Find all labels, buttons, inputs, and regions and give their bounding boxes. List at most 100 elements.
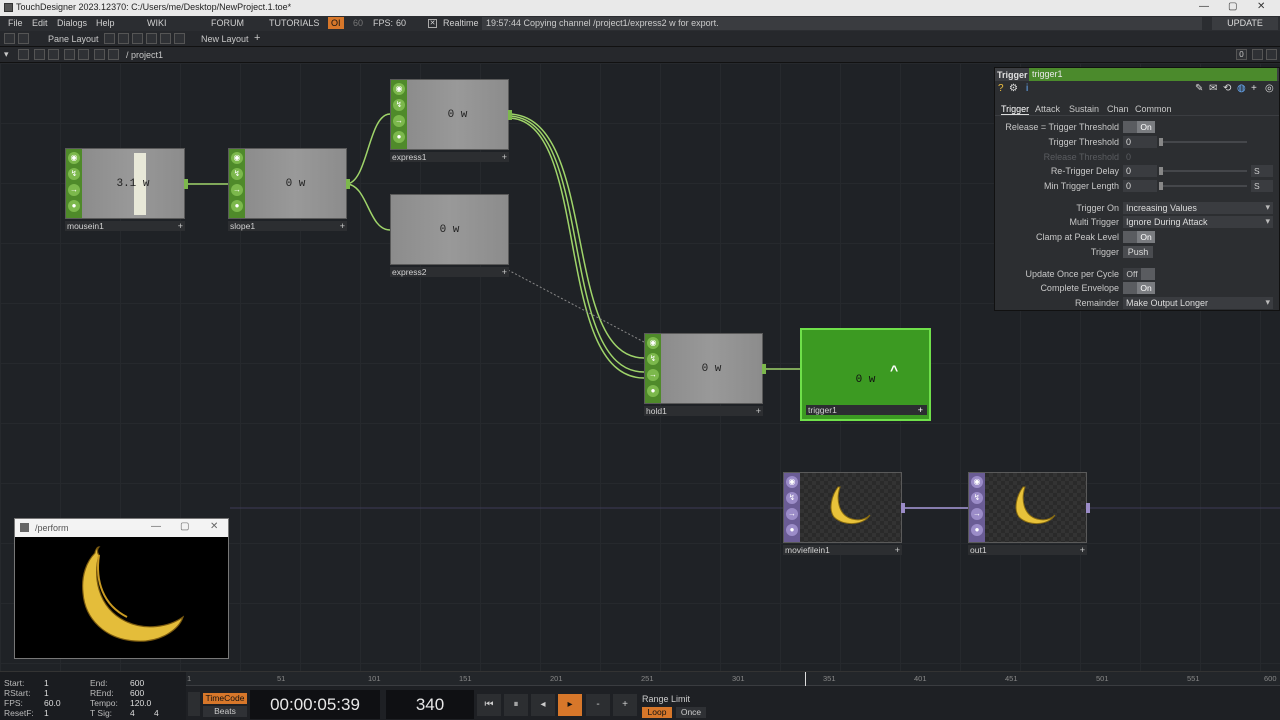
once-button[interactable]: Once — [676, 707, 706, 718]
minimize-icon[interactable]: — — [1199, 1, 1209, 12]
node-body[interactable]: ◉ ↯ → ● 0 w — [228, 148, 350, 219]
loop-button[interactable]: Loop — [642, 707, 672, 718]
playhead-cursor[interactable] — [805, 672, 806, 686]
viewer-flag-icon[interactable]: ◉ — [393, 83, 405, 95]
node-label[interactable]: moviefilein1 — [783, 545, 902, 555]
pane-download-icon[interactable] — [18, 33, 29, 44]
viewer-flag-icon[interactable]: ◉ — [971, 476, 983, 488]
pane-close-icon[interactable] — [1266, 49, 1277, 60]
node-body[interactable]: ◉ ↯ → ● 0 w — [390, 79, 512, 150]
slider-handle[interactable] — [1159, 167, 1163, 175]
pane-split-icon[interactable] — [4, 33, 15, 44]
step-plus-icon[interactable]: + — [613, 694, 637, 716]
network-path[interactable]: / project1 — [126, 50, 163, 60]
lock-flag-icon[interactable]: ● — [231, 200, 243, 212]
lock-flag-icon[interactable]: ● — [971, 524, 983, 536]
node-out1[interactable]: ◉ ↯ → ● out1 + — [968, 472, 1090, 555]
node-label[interactable]: express1 — [390, 152, 509, 162]
pane-menu-icon[interactable]: ▾ — [4, 49, 9, 60]
node-add-icon[interactable]: + — [178, 221, 183, 231]
settings-icon[interactable]: ◎ — [1265, 83, 1274, 94]
output-connector[interactable] — [762, 364, 766, 374]
play-icon[interactable]: ▸ — [558, 694, 582, 716]
bypass-flag-icon[interactable]: ↯ — [68, 168, 80, 180]
rend-value[interactable]: 600 — [130, 688, 144, 698]
layout-1-icon[interactable] — [104, 33, 115, 44]
viewer-flag-icon[interactable]: ◉ — [647, 337, 659, 349]
remainder-menu[interactable]: Make Output Longer — [1123, 297, 1273, 309]
output-connector[interactable] — [184, 179, 188, 189]
node-body[interactable]: 0 w — [390, 194, 509, 265]
display-flag-icon[interactable]: → — [786, 508, 798, 520]
threshold-field[interactable]: 0 — [1123, 136, 1157, 148]
output-connector[interactable] — [346, 179, 350, 189]
bypass-flag-icon[interactable]: ↯ — [971, 492, 983, 504]
node-label[interactable]: hold1 — [644, 406, 763, 416]
realtime-checkbox[interactable]: ✕ — [428, 19, 437, 28]
oi-button[interactable]: OI — [328, 17, 344, 29]
trigger-on-menu[interactable]: Increasing Values — [1123, 202, 1273, 214]
min-length-unit-menu[interactable]: S — [1251, 180, 1273, 192]
tab-sustain[interactable]: Sustain — [1069, 104, 1099, 114]
timecode-display[interactable]: 00:00:05:39 — [250, 690, 380, 719]
help-icon[interactable]: ? — [998, 83, 1004, 94]
threshold-slider[interactable] — [1159, 138, 1247, 146]
node-add-icon[interactable]: + — [340, 221, 345, 231]
lock-flag-icon[interactable]: ● — [393, 131, 405, 143]
node-add-icon[interactable]: + — [918, 405, 923, 415]
node-label[interactable]: slope1 — [228, 221, 347, 231]
retrigger-field[interactable]: 0 — [1123, 165, 1157, 177]
network-icon[interactable]: ⟲ — [1223, 83, 1231, 94]
bypass-flag-icon[interactable]: ↯ — [647, 353, 659, 365]
tsig-value-2[interactable]: 4 — [154, 708, 159, 718]
tempo-value[interactable]: 120.0 — [130, 698, 151, 708]
multi-trigger-menu[interactable]: Ignore During Attack — [1123, 216, 1273, 228]
perform-minimize-icon[interactable]: — — [151, 521, 161, 532]
clamp-toggle[interactable]: On — [1123, 231, 1155, 243]
node-label[interactable]: express2 — [390, 267, 509, 277]
node-add-icon[interactable]: + — [756, 406, 761, 416]
node-label[interactable]: out1 — [968, 545, 1087, 555]
end-value[interactable]: 600 — [130, 678, 144, 688]
add-op-icon[interactable] — [64, 49, 75, 60]
op-name-field[interactable]: trigger1 — [1029, 68, 1277, 81]
tsig-value-1[interactable]: 4 — [130, 708, 135, 718]
node-body[interactable]: ◉ ↯ → ● 3.1 w — [65, 148, 188, 219]
back-icon[interactable] — [34, 49, 45, 60]
viewer-flag-icon[interactable]: ◉ — [68, 152, 80, 164]
tab-attack[interactable]: Attack — [1035, 104, 1060, 114]
timecode-button[interactable]: TimeCode — [203, 693, 247, 704]
new-layout-button[interactable]: New Layout — [201, 34, 249, 44]
home-icon[interactable] — [18, 49, 29, 60]
perform-window[interactable]: /perform — ▢ ✕ — [14, 518, 229, 659]
pane-split-h-icon[interactable] — [1252, 49, 1263, 60]
menu-dialogs[interactable]: Dialogs — [57, 18, 87, 28]
node-body[interactable]: ◉ ↯ → ● — [783, 472, 905, 543]
fps-limit[interactable]: 60 — [350, 17, 366, 29]
node-label[interactable]: mousein1 — [65, 221, 185, 231]
resetf-value[interactable]: 1 — [44, 708, 49, 718]
comment-icon[interactable]: ✉ — [1209, 83, 1217, 94]
menu-edit[interactable]: Edit — [32, 18, 48, 28]
node-body[interactable]: ◉ ↯ → ● 0 w — [644, 333, 766, 404]
node-trigger1[interactable]: 0 w ^ trigger1 + — [800, 328, 931, 421]
python-help-icon[interactable]: ⚙ — [1009, 83, 1018, 94]
node-add-icon[interactable]: + — [502, 267, 507, 277]
node-mousein1[interactable]: ◉ ↯ → ● 3.1 w mousein1 + — [65, 148, 188, 231]
layout-5-icon[interactable] — [160, 33, 171, 44]
info-icon[interactable]: i — [1026, 83, 1028, 94]
menu-help[interactable]: Help — [96, 18, 115, 28]
pause-icon[interactable]: ⏸ — [504, 694, 528, 716]
timeline-slash-icon[interactable] — [188, 692, 200, 716]
display-flag-icon[interactable]: → — [647, 369, 659, 381]
edit-icon[interactable]: ✎ — [1195, 83, 1203, 94]
node-body[interactable]: ◉ ↯ → ● — [968, 472, 1090, 543]
forward-icon[interactable] — [48, 49, 59, 60]
output-connector[interactable] — [508, 110, 512, 120]
node-express1[interactable]: ◉ ↯ → ● 0 w express1 + — [390, 79, 512, 162]
update-button[interactable]: UPDATE — [1212, 17, 1278, 30]
bypass-flag-icon[interactable]: ↯ — [393, 99, 405, 111]
output-connector[interactable] — [1086, 503, 1090, 513]
globe-icon[interactable]: ◍ — [1237, 83, 1246, 94]
add-layout-button[interactable]: + — [254, 32, 260, 44]
